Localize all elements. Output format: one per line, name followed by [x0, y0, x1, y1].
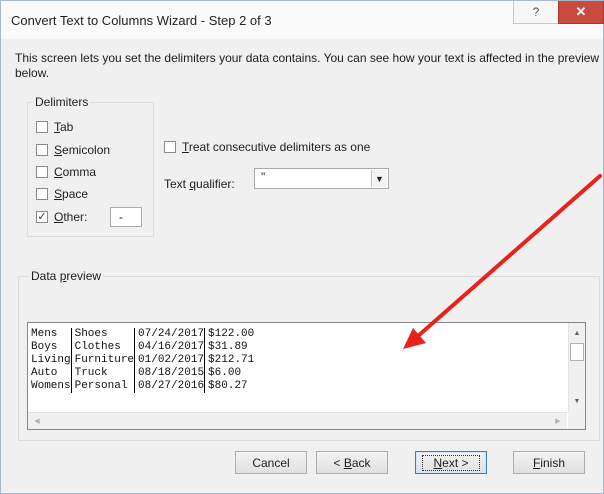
preview-cell: Mens: [31, 328, 58, 340]
back-button[interactable]: < Back: [316, 451, 388, 474]
space-checkbox-label: Space: [54, 187, 89, 201]
next-button[interactable]: Next >: [415, 451, 487, 474]
delimiters-group-label: Delimiters: [33, 95, 91, 109]
preview-cell: Living: [31, 354, 71, 366]
semicolon-checkbox-label: Semicolon: [54, 143, 111, 157]
text-qualifier-label: Text qualifier:: [164, 177, 235, 191]
preview-cell: Shoes: [70, 328, 135, 341]
comma-checkbox-box[interactable]: [36, 166, 48, 178]
close-icon: ✕: [575, 4, 587, 19]
preview-cell: 07/24/2017: [134, 328, 205, 341]
text-qualifier-select[interactable]: " ▼: [254, 168, 389, 189]
space-checkbox-box[interactable]: [36, 188, 48, 200]
preview-cell: Personal: [70, 380, 135, 393]
preview-cell: 08/18/2015: [134, 367, 205, 380]
vertical-scrollbar[interactable]: ▲ ▼: [568, 323, 585, 412]
preview-cell: 04/16/2017: [134, 341, 205, 354]
preview-cell: $212.71: [204, 354, 255, 367]
semicolon-checkbox-box[interactable]: [36, 144, 48, 156]
wizard-description: This screen lets you set the delimiters …: [15, 51, 600, 80]
preview-cell: 01/02/2017: [134, 354, 205, 367]
preview-cell: Womens: [31, 380, 71, 392]
tab-checkbox[interactable]: Tab: [36, 120, 73, 134]
cancel-button-label: Cancel: [252, 455, 290, 470]
space-checkbox[interactable]: Space: [36, 187, 88, 201]
vertical-scroll-thumb[interactable]: [570, 343, 584, 361]
preview-cell: $80.27: [204, 380, 255, 393]
title-bar[interactable]: Convert Text to Columns Wizard - Step 2 …: [1, 1, 604, 39]
help-icon: ?: [532, 5, 540, 19]
preview-row: Boys Clothes 04/16/2017 $31.89: [28, 341, 255, 354]
tab-checkbox-box[interactable]: [36, 121, 48, 133]
finish-button-label: Finish: [532, 455, 566, 470]
preview-cell: Boys: [31, 341, 58, 353]
other-delimiter-input[interactable]: -: [110, 207, 142, 227]
preview-cell: $31.89: [204, 341, 255, 354]
next-button-label: Next >: [422, 454, 480, 471]
comma-checkbox-label: Comma: [54, 165, 97, 179]
preview-row: Womens Personal 08/27/2016 $80.27: [28, 380, 255, 393]
preview-row: Living Furniture 01/02/2017 $212.71: [28, 354, 255, 367]
tab-checkbox-label: Tab: [54, 120, 74, 134]
scroll-down-icon[interactable]: ▼: [569, 394, 585, 408]
preview-cell: $6.00: [204, 367, 255, 380]
comma-checkbox[interactable]: Comma: [36, 165, 96, 179]
cancel-button[interactable]: Cancel: [235, 451, 307, 474]
consecutive-delimiters-checkbox[interactable]: Treat consecutive delimiters as one: [164, 140, 370, 154]
preview-cell: Clothes: [70, 341, 135, 354]
consecutive-checkbox-label: Treat consecutive delimiters as one: [182, 140, 371, 154]
preview-cell: $122.00: [204, 328, 255, 341]
other-checkbox[interactable]: ✓ Other:: [36, 210, 87, 224]
scroll-left-icon[interactable]: ◀: [30, 413, 44, 429]
preview-row: Auto Truck 08/18/2015 $6.00: [28, 367, 255, 380]
finish-button[interactable]: Finish: [513, 451, 585, 474]
preview-row: Mens Shoes 07/24/2017 $122.00: [28, 328, 255, 341]
scroll-up-icon[interactable]: ▲: [569, 326, 585, 340]
preview-cell: Truck: [70, 367, 135, 380]
horizontal-scrollbar[interactable]: ◀ ▶: [28, 412, 567, 429]
checkmark-icon: ✓: [37, 211, 47, 223]
wizard-dialog: Convert Text to Columns Wizard - Step 2 …: [0, 0, 604, 494]
other-checkbox-box[interactable]: ✓: [36, 211, 48, 223]
dropdown-arrow-icon[interactable]: ▼: [371, 170, 387, 187]
help-button[interactable]: ?: [513, 1, 559, 24]
other-checkbox-label: Other:: [54, 210, 88, 224]
preview-cell: Auto: [31, 367, 58, 379]
data-preview-grid: Mens Shoes 07/24/2017 $122.00 Boys Clothes 04/…: [28, 323, 567, 412]
semicolon-checkbox[interactable]: Semicolon: [36, 143, 110, 157]
scrollbar-corner: [568, 412, 585, 429]
data-preview-rows: Mens Shoes 07/24/2017 $122.00 Boys Clothes 04/…: [28, 328, 255, 393]
back-button-label: < Back: [333, 455, 371, 470]
data-preview-pane[interactable]: Mens Shoes 07/24/2017 $122.00 Boys Clothes 04/…: [27, 322, 586, 430]
preview-cell: Furniture: [70, 354, 135, 367]
close-button[interactable]: ✕: [558, 1, 604, 24]
preview-cell: 08/27/2016: [134, 380, 205, 393]
text-qualifier-value: ": [261, 170, 266, 184]
consecutive-checkbox-box[interactable]: [164, 141, 176, 153]
window-title: Convert Text to Columns Wizard - Step 2 …: [11, 13, 272, 28]
scroll-right-icon[interactable]: ▶: [551, 413, 565, 429]
data-preview-group-label: Data preview: [29, 269, 104, 283]
